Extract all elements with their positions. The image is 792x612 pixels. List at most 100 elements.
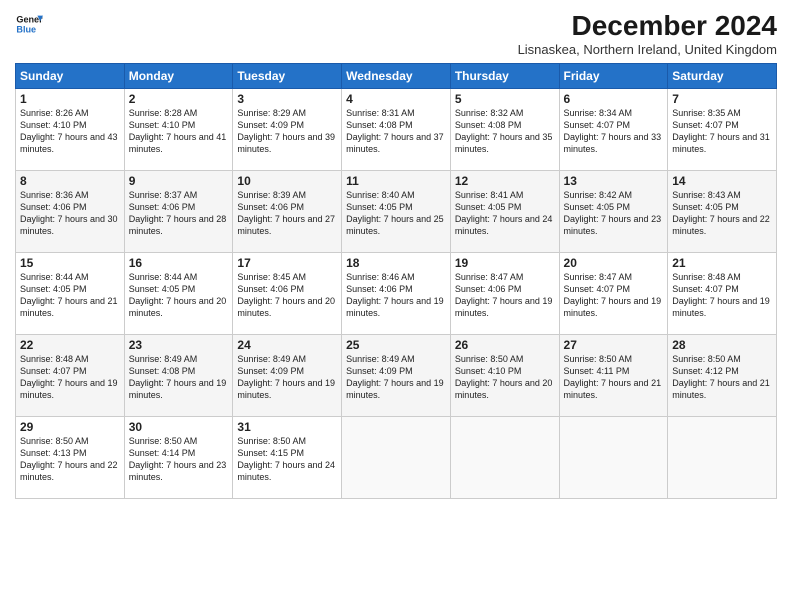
table-row: 10 Sunrise: 8:39 AM Sunset: 4:06 PM Dayl…	[233, 171, 342, 253]
table-row: 19 Sunrise: 8:47 AM Sunset: 4:06 PM Dayl…	[450, 253, 559, 335]
table-row: 4 Sunrise: 8:31 AM Sunset: 4:08 PM Dayli…	[342, 89, 451, 171]
day-info: Sunrise: 8:45 AM Sunset: 4:06 PM Dayligh…	[237, 271, 337, 320]
table-row: 5 Sunrise: 8:32 AM Sunset: 4:08 PM Dayli…	[450, 89, 559, 171]
day-number: 27	[564, 338, 664, 352]
day-info: Sunrise: 8:47 AM Sunset: 4:06 PM Dayligh…	[455, 271, 555, 320]
col-friday: Friday	[559, 64, 668, 89]
table-row: 22 Sunrise: 8:48 AM Sunset: 4:07 PM Dayl…	[16, 335, 125, 417]
table-row: 30 Sunrise: 8:50 AM Sunset: 4:14 PM Dayl…	[124, 417, 233, 499]
table-row	[450, 417, 559, 499]
week-row-4: 22 Sunrise: 8:48 AM Sunset: 4:07 PM Dayl…	[16, 335, 777, 417]
day-info: Sunrise: 8:43 AM Sunset: 4:05 PM Dayligh…	[672, 189, 772, 238]
day-number: 16	[129, 256, 229, 270]
day-number: 6	[564, 92, 664, 106]
day-info: Sunrise: 8:36 AM Sunset: 4:06 PM Dayligh…	[20, 189, 120, 238]
header-row: Sunday Monday Tuesday Wednesday Thursday…	[16, 64, 777, 89]
table-row	[668, 417, 777, 499]
day-number: 18	[346, 256, 446, 270]
week-row-3: 15 Sunrise: 8:44 AM Sunset: 4:05 PM Dayl…	[16, 253, 777, 335]
day-info: Sunrise: 8:50 AM Sunset: 4:15 PM Dayligh…	[237, 435, 337, 484]
table-row: 25 Sunrise: 8:49 AM Sunset: 4:09 PM Dayl…	[342, 335, 451, 417]
col-monday: Monday	[124, 64, 233, 89]
svg-text:Blue: Blue	[16, 24, 36, 34]
day-number: 10	[237, 174, 337, 188]
table-row: 13 Sunrise: 8:42 AM Sunset: 4:05 PM Dayl…	[559, 171, 668, 253]
day-number: 14	[672, 174, 772, 188]
table-row: 26 Sunrise: 8:50 AM Sunset: 4:10 PM Dayl…	[450, 335, 559, 417]
week-row-1: 1 Sunrise: 8:26 AM Sunset: 4:10 PM Dayli…	[16, 89, 777, 171]
table-row: 18 Sunrise: 8:46 AM Sunset: 4:06 PM Dayl…	[342, 253, 451, 335]
day-number: 15	[20, 256, 120, 270]
day-info: Sunrise: 8:31 AM Sunset: 4:08 PM Dayligh…	[346, 107, 446, 156]
table-row: 11 Sunrise: 8:40 AM Sunset: 4:05 PM Dayl…	[342, 171, 451, 253]
day-number: 2	[129, 92, 229, 106]
day-number: 28	[672, 338, 772, 352]
page: General Blue December 2024 Lisnaskea, No…	[0, 0, 792, 612]
day-info: Sunrise: 8:37 AM Sunset: 4:06 PM Dayligh…	[129, 189, 229, 238]
day-info: Sunrise: 8:48 AM Sunset: 4:07 PM Dayligh…	[672, 271, 772, 320]
table-row: 28 Sunrise: 8:50 AM Sunset: 4:12 PM Dayl…	[668, 335, 777, 417]
day-number: 1	[20, 92, 120, 106]
day-info: Sunrise: 8:50 AM Sunset: 4:13 PM Dayligh…	[20, 435, 120, 484]
day-info: Sunrise: 8:49 AM Sunset: 4:09 PM Dayligh…	[237, 353, 337, 402]
col-wednesday: Wednesday	[342, 64, 451, 89]
day-info: Sunrise: 8:39 AM Sunset: 4:06 PM Dayligh…	[237, 189, 337, 238]
day-info: Sunrise: 8:47 AM Sunset: 4:07 PM Dayligh…	[564, 271, 664, 320]
table-row	[559, 417, 668, 499]
day-number: 21	[672, 256, 772, 270]
col-thursday: Thursday	[450, 64, 559, 89]
week-row-5: 29 Sunrise: 8:50 AM Sunset: 4:13 PM Dayl…	[16, 417, 777, 499]
table-row: 6 Sunrise: 8:34 AM Sunset: 4:07 PM Dayli…	[559, 89, 668, 171]
day-info: Sunrise: 8:41 AM Sunset: 4:05 PM Dayligh…	[455, 189, 555, 238]
day-info: Sunrise: 8:50 AM Sunset: 4:10 PM Dayligh…	[455, 353, 555, 402]
day-number: 29	[20, 420, 120, 434]
table-row: 15 Sunrise: 8:44 AM Sunset: 4:05 PM Dayl…	[16, 253, 125, 335]
col-tuesday: Tuesday	[233, 64, 342, 89]
table-row: 27 Sunrise: 8:50 AM Sunset: 4:11 PM Dayl…	[559, 335, 668, 417]
day-number: 20	[564, 256, 664, 270]
table-row: 23 Sunrise: 8:49 AM Sunset: 4:08 PM Dayl…	[124, 335, 233, 417]
title-section: December 2024 Lisnaskea, Northern Irelan…	[518, 10, 777, 57]
day-number: 3	[237, 92, 337, 106]
table-row: 31 Sunrise: 8:50 AM Sunset: 4:15 PM Dayl…	[233, 417, 342, 499]
logo-icon: General Blue	[15, 10, 43, 38]
day-number: 11	[346, 174, 446, 188]
day-info: Sunrise: 8:49 AM Sunset: 4:09 PM Dayligh…	[346, 353, 446, 402]
calendar-body: 1 Sunrise: 8:26 AM Sunset: 4:10 PM Dayli…	[16, 89, 777, 499]
day-info: Sunrise: 8:34 AM Sunset: 4:07 PM Dayligh…	[564, 107, 664, 156]
logo: General Blue	[15, 10, 43, 38]
day-number: 25	[346, 338, 446, 352]
table-row: 21 Sunrise: 8:48 AM Sunset: 4:07 PM Dayl…	[668, 253, 777, 335]
day-info: Sunrise: 8:50 AM Sunset: 4:11 PM Dayligh…	[564, 353, 664, 402]
day-info: Sunrise: 8:28 AM Sunset: 4:10 PM Dayligh…	[129, 107, 229, 156]
day-info: Sunrise: 8:40 AM Sunset: 4:05 PM Dayligh…	[346, 189, 446, 238]
day-number: 17	[237, 256, 337, 270]
table-row: 24 Sunrise: 8:49 AM Sunset: 4:09 PM Dayl…	[233, 335, 342, 417]
table-row: 12 Sunrise: 8:41 AM Sunset: 4:05 PM Dayl…	[450, 171, 559, 253]
table-row: 8 Sunrise: 8:36 AM Sunset: 4:06 PM Dayli…	[16, 171, 125, 253]
table-row: 17 Sunrise: 8:45 AM Sunset: 4:06 PM Dayl…	[233, 253, 342, 335]
day-number: 4	[346, 92, 446, 106]
table-row: 2 Sunrise: 8:28 AM Sunset: 4:10 PM Dayli…	[124, 89, 233, 171]
day-number: 30	[129, 420, 229, 434]
table-row	[342, 417, 451, 499]
day-info: Sunrise: 8:44 AM Sunset: 4:05 PM Dayligh…	[20, 271, 120, 320]
day-info: Sunrise: 8:42 AM Sunset: 4:05 PM Dayligh…	[564, 189, 664, 238]
day-number: 13	[564, 174, 664, 188]
day-number: 8	[20, 174, 120, 188]
table-row: 16 Sunrise: 8:44 AM Sunset: 4:05 PM Dayl…	[124, 253, 233, 335]
day-number: 22	[20, 338, 120, 352]
table-row: 1 Sunrise: 8:26 AM Sunset: 4:10 PM Dayli…	[16, 89, 125, 171]
table-row: 9 Sunrise: 8:37 AM Sunset: 4:06 PM Dayli…	[124, 171, 233, 253]
day-number: 26	[455, 338, 555, 352]
day-info: Sunrise: 8:46 AM Sunset: 4:06 PM Dayligh…	[346, 271, 446, 320]
col-sunday: Sunday	[16, 64, 125, 89]
day-number: 9	[129, 174, 229, 188]
day-number: 7	[672, 92, 772, 106]
header: General Blue December 2024 Lisnaskea, No…	[15, 10, 777, 57]
day-info: Sunrise: 8:49 AM Sunset: 4:08 PM Dayligh…	[129, 353, 229, 402]
week-row-2: 8 Sunrise: 8:36 AM Sunset: 4:06 PM Dayli…	[16, 171, 777, 253]
table-row: 3 Sunrise: 8:29 AM Sunset: 4:09 PM Dayli…	[233, 89, 342, 171]
day-info: Sunrise: 8:50 AM Sunset: 4:14 PM Dayligh…	[129, 435, 229, 484]
table-row: 29 Sunrise: 8:50 AM Sunset: 4:13 PM Dayl…	[16, 417, 125, 499]
